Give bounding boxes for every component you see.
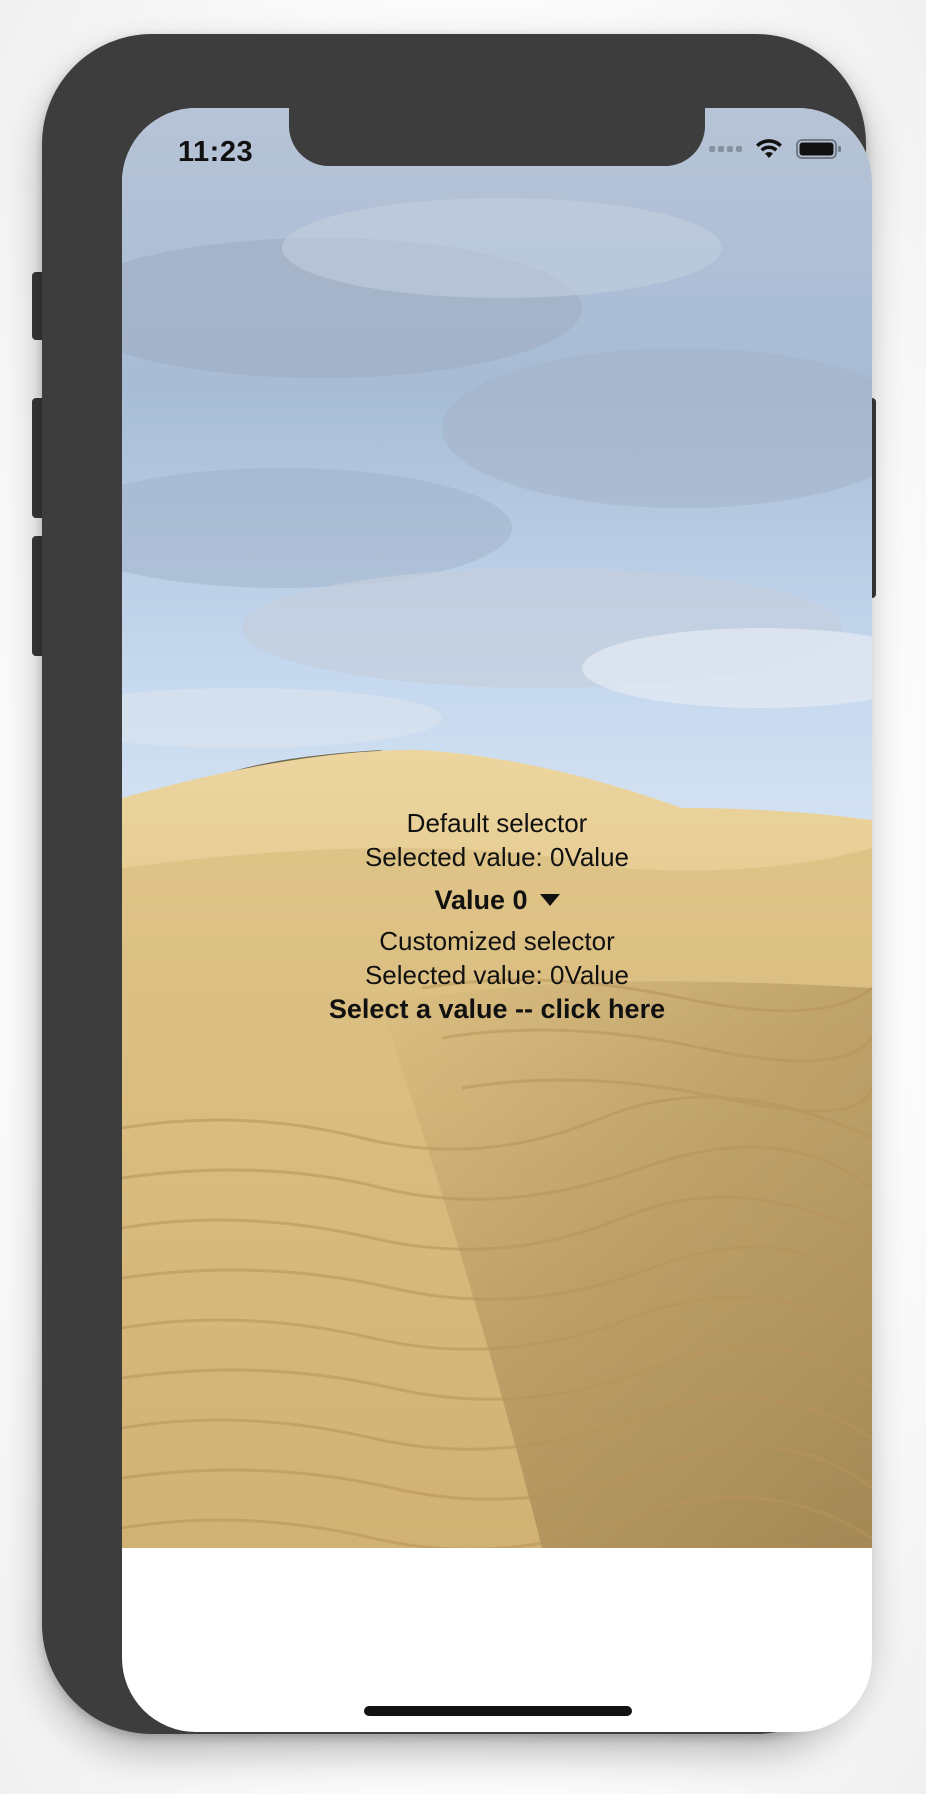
phone-screen: 11:23 Default selector Selected value: 0… — [122, 108, 872, 1732]
caret-down-icon — [539, 894, 560, 906]
default-selected-value: Selected value: 0Value — [364, 842, 630, 872]
default-selector-label: Value 0 — [434, 885, 528, 915]
display-notch — [289, 108, 705, 166]
battery-icon — [796, 139, 841, 159]
selector-demo-content: Default selector Selected value: 0Value … — [122, 806, 872, 1026]
default-selector-dropdown[interactable]: Value 0 — [434, 878, 560, 922]
signal-icon — [709, 146, 742, 152]
phone-frame: 11:23 Default selector Selected value: 0… — [42, 34, 872, 1734]
custom-selector-title: Customized selector — [379, 926, 615, 956]
default-selector-title: Default selector — [406, 808, 588, 838]
wifi-icon — [756, 139, 782, 158]
home-indicator[interactable] — [364, 1706, 632, 1716]
custom-selector-button[interactable]: Select a value -- click here — [122, 992, 872, 1026]
simulator-stage: 11:23 Default selector Selected value: 0… — [0, 0, 926, 1794]
status-icons — [709, 138, 842, 160]
custom-selected-value: Selected value: 0Value — [364, 960, 630, 990]
status-time: 11:23 — [178, 136, 254, 168]
